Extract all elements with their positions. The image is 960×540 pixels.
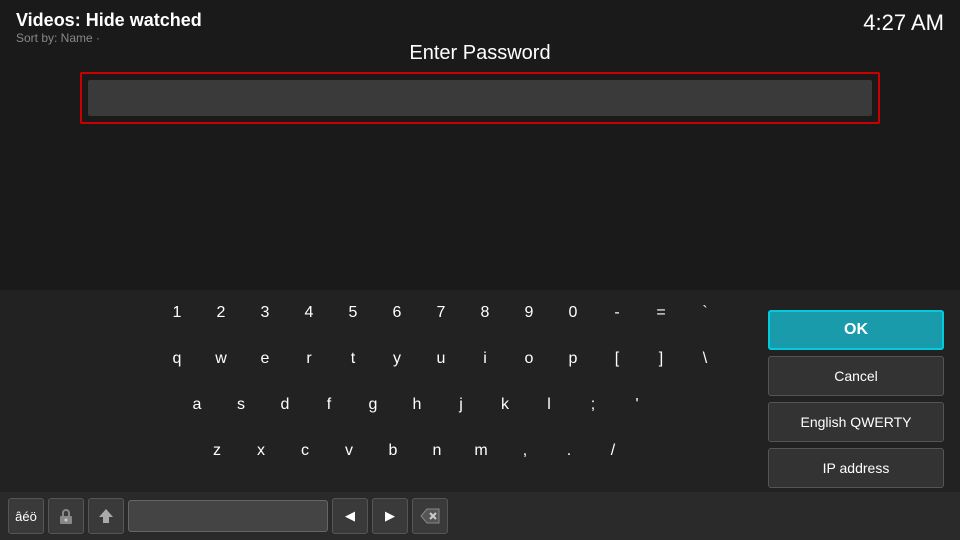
key-8[interactable]: 8 [463,294,507,332]
key-`[interactable]: ` [683,294,727,332]
password-container [80,72,880,124]
key-g[interactable]: g [351,386,395,424]
key-w[interactable]: w [199,340,243,378]
key-backslash[interactable]: \ [683,340,727,378]
key-i[interactable]: i [463,340,507,378]
key-=[interactable]: = [639,294,683,332]
key-][interactable]: ] [639,340,683,378]
cancel-button[interactable]: Cancel [768,356,944,396]
key-u[interactable]: u [419,340,463,378]
key-e[interactable]: e [243,340,287,378]
key-,[interactable]: , [503,432,547,470]
backspace-button[interactable] [412,498,448,534]
key-.[interactable]: . [547,432,591,470]
key-n[interactable]: n [415,432,459,470]
key-x[interactable]: x [239,432,283,470]
dialog-title: Enter Password [409,42,550,65]
cursor-right-button[interactable]: ▶ [372,498,408,534]
page-title: Videos: Hide watched [16,10,202,31]
key-2[interactable]: 2 [199,294,243,332]
clock: 4:27 AM [863,10,944,36]
ip-address-button[interactable]: IP address [768,448,944,488]
toolbar: âéö ◀ ▶ [0,492,960,540]
key-c[interactable]: c [283,432,327,470]
key-[[interactable]: [ [595,340,639,378]
lock-shift-button[interactable] [48,498,84,534]
shift-button[interactable] [88,498,124,534]
key-a[interactable]: a [175,386,219,424]
sort-label: Sort by: Name · [16,31,202,45]
key-s[interactable]: s [219,386,263,424]
cursor-left-button[interactable]: ◀ [332,498,368,534]
key-z[interactable]: z [195,432,239,470]
key-f[interactable]: f [307,386,351,424]
keyboard-layout-button[interactable]: English QWERTY [768,402,944,442]
key-t[interactable]: t [331,340,375,378]
key--[interactable]: - [595,294,639,332]
key-o[interactable]: o [507,340,551,378]
key-v[interactable]: v [327,432,371,470]
key-7[interactable]: 7 [419,294,463,332]
key-r[interactable]: r [287,340,331,378]
special-chars-button[interactable]: âéö [8,498,44,534]
password-input[interactable] [88,80,872,116]
key-h[interactable]: h [395,386,439,424]
key-m[interactable]: m [459,432,503,470]
key-y[interactable]: y [375,340,419,378]
side-buttons: OK Cancel English QWERTY IP address [768,310,944,488]
key-j[interactable]: j [439,386,483,424]
key-k[interactable]: k [483,386,527,424]
key-5[interactable]: 5 [331,294,375,332]
key-;[interactable]: ; [571,386,615,424]
key-p[interactable]: p [551,340,595,378]
key-0[interactable]: 0 [551,294,595,332]
header: Videos: Hide watched Sort by: Name · [16,10,202,45]
key-4[interactable]: 4 [287,294,331,332]
space-bar[interactable] [128,500,328,532]
key-'[interactable]: ' [615,386,659,424]
key-3[interactable]: 3 [243,294,287,332]
ok-button[interactable]: OK [768,310,944,350]
key-l[interactable]: l [527,386,571,424]
key-9[interactable]: 9 [507,294,551,332]
key-d[interactable]: d [263,386,307,424]
key-6[interactable]: 6 [375,294,419,332]
key-1[interactable]: 1 [155,294,199,332]
key-q[interactable]: q [155,340,199,378]
key-b[interactable]: b [371,432,415,470]
key-/[interactable]: / [591,432,635,470]
